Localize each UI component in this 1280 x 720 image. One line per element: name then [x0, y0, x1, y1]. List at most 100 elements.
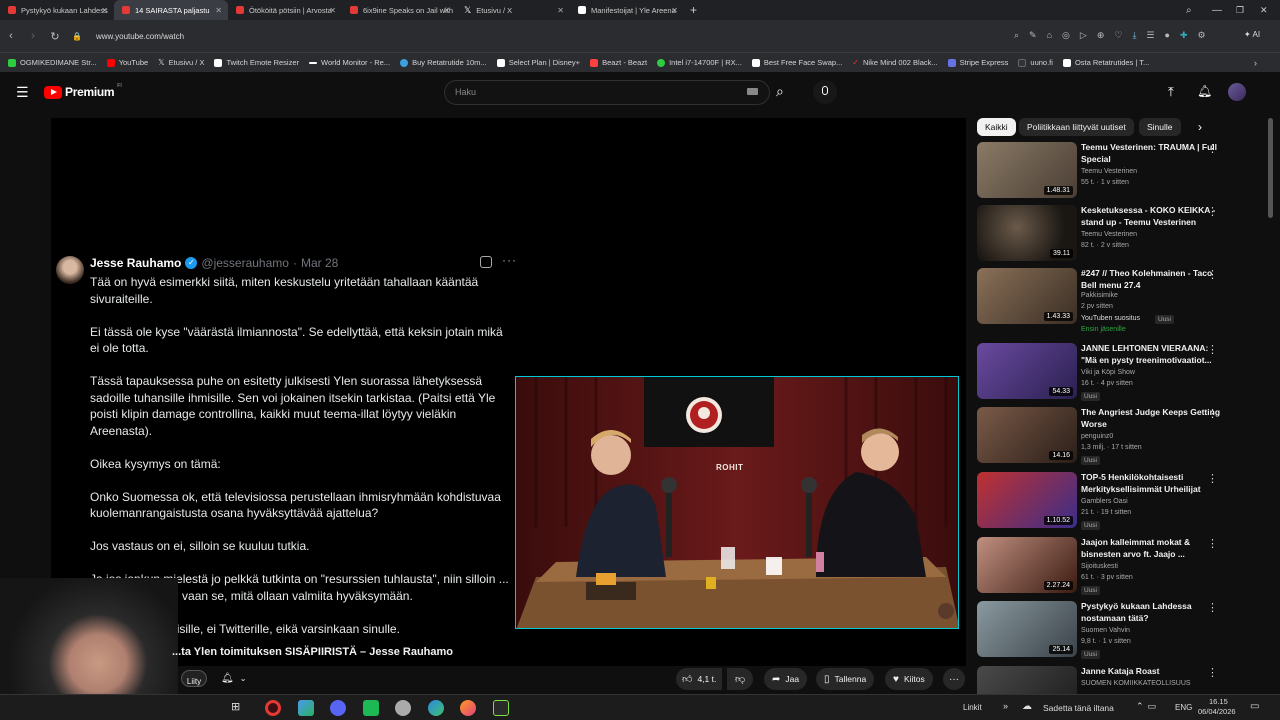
close-tab-icon[interactable]: ✕ — [329, 6, 336, 15]
video-thumbnail[interactable]: 14.16 — [977, 407, 1077, 463]
tweet-date[interactable]: Mar 28 — [301, 256, 338, 270]
channel-name[interactable]: SUOMEN KOMIIKKATEOLLISUUS — [1081, 680, 1191, 687]
chips-next-arrow-icon[interactable]: › — [1198, 120, 1202, 134]
taskbar-links-label[interactable]: Linkit — [963, 703, 982, 712]
search-button[interactable]: ⌕ — [770, 80, 800, 105]
tweet-handle[interactable]: @jesserauhamo — [201, 256, 289, 270]
edit-icon[interactable]: ✎ — [1029, 30, 1037, 41]
url-field[interactable]: www.youtube.com/watch — [96, 32, 184, 41]
bookmark-item[interactable]: World Monitor - Re... — [309, 58, 390, 67]
browser-tab[interactable]: Ötököitä pötsiin | Arvosta ✕ — [228, 0, 342, 20]
recommendation-title[interactable]: Janne Kataja Roast — [1081, 666, 1221, 678]
video-thumbnail[interactable]: 1.48.31 — [977, 142, 1077, 198]
bookmark-item[interactable]: Buy Retatrutide 10m... — [400, 58, 487, 67]
ai-button[interactable]: ✦ AI — [1244, 30, 1260, 39]
bookmark-item[interactable]: Intel i7-14700F | RX... — [657, 58, 742, 67]
bookmark-item[interactable]: Twitch Emote Resizer — [214, 58, 299, 67]
app-icon[interactable] — [298, 700, 314, 716]
download-icon[interactable]: ⤓ — [1132, 30, 1136, 41]
video-thumbnail[interactable]: 2.27.24 — [977, 537, 1077, 593]
keyboard-icon[interactable] — [747, 88, 758, 95]
chip-for-you[interactable]: Sinulle — [1139, 118, 1181, 136]
bookmark-item[interactable]: Beazt - Beazt — [590, 58, 647, 67]
recommendation-item[interactable]: 14.16 The Angriest Judge Keeps Getting W… — [977, 407, 1257, 469]
like-button[interactable]: 👍︎ 4,1 t. — [676, 668, 723, 690]
recommendation-title[interactable]: #247 // Theo Kolehmainen - Taco Bell men… — [1081, 268, 1221, 291]
chip-politics-news[interactable]: Poliitikkaan liittyvät uutiset — [1019, 118, 1134, 136]
recommendation-title[interactable]: Teemu Vesterinen: TRAUMA | Full Special — [1081, 142, 1221, 165]
recommendation-item[interactable]: 2.27.24 Jaajon kalleimmat mokat & bisnes… — [977, 537, 1257, 599]
recommendation-title[interactable]: JANNE LEHTONEN VIERAANA: "Mä en pysty tr… — [1081, 343, 1221, 366]
menu-icon[interactable]: ☰ — [1146, 30, 1154, 41]
chevron-up-icon[interactable]: » — [1003, 701, 1008, 711]
forward-arrow-icon[interactable]: › — [22, 30, 44, 42]
settings-app-icon[interactable] — [395, 700, 411, 716]
recommendation-title[interactable]: Pystykyö kukaan Lahdessa nostamaan tätä? — [1081, 601, 1221, 624]
notifications-icon[interactable]: ▭ — [1250, 701, 1259, 712]
bookmark-item[interactable]: ✓ Nike Mind 002 Black... — [852, 58, 937, 67]
recommendation-item[interactable]: 25.14 Pystykyö kukaan Lahdessa nostamaan… — [977, 601, 1257, 663]
discord-icon[interactable] — [330, 700, 346, 716]
more-vertical-icon[interactable]: ⋮ — [1207, 343, 1218, 356]
channel-name[interactable]: Viki ja Köpi Show — [1081, 369, 1135, 376]
bookmark-item[interactable]: uuno.fi — [1018, 58, 1053, 67]
weather-text[interactable]: Sadetta tänä iltana — [1043, 703, 1114, 713]
bookmark-item[interactable]: YouTube — [106, 58, 148, 67]
browser-tab[interactable]: Manifestoijat | Yle Areena ✕ — [570, 0, 684, 20]
recommendation-item[interactable]: Janne Kataja Roast SUOMEN KOMIIKKATEOLLI… — [977, 666, 1257, 694]
more-actions-button[interactable]: ··· — [943, 668, 965, 690]
video-thumbnail[interactable]: 1.10.52 — [977, 472, 1077, 528]
edge-browser-icon[interactable] — [428, 700, 444, 716]
tweet-author-name[interactable]: Jesse Rauhamo — [90, 256, 181, 270]
avatar[interactable] — [1228, 83, 1246, 101]
more-vertical-icon[interactable]: ⋮ — [1207, 268, 1218, 281]
home-icon[interactable]: ⌂ — [1047, 30, 1052, 41]
video-thumbnail[interactable]: 54.33 — [977, 343, 1077, 399]
new-tab-plus-icon[interactable]: + — [690, 3, 697, 17]
recommendation-title[interactable]: Kesketuksessa - KOKO KEIKKA - stand up -… — [1081, 205, 1221, 228]
clock-time[interactable]: 16.15 — [1209, 697, 1228, 706]
task-view-icon[interactable]: ⊞ — [231, 700, 247, 716]
firefox-icon[interactable] — [460, 700, 476, 716]
more-vertical-icon[interactable]: ⋮ — [1207, 666, 1218, 679]
browser-tab[interactable]: 𝕏 Etusivu / X ✕ — [456, 0, 570, 20]
search-input[interactable]: Haku — [444, 80, 770, 105]
language-indicator[interactable]: ENG — [1175, 703, 1192, 712]
recommendation-item[interactable]: 1.10.52 TOP-5 Henkilökohtaisesti Merkity… — [977, 472, 1257, 534]
channel-name[interactable]: penguinz0 — [1081, 433, 1113, 440]
back-arrow-icon[interactable]: ‹ — [0, 30, 22, 42]
bookmark-item[interactable]: 𝕏 Etusivu / X — [158, 58, 204, 67]
video-frame[interactable]: ROHIT — [515, 376, 959, 629]
video-thumbnail[interactable] — [977, 666, 1077, 694]
close-tab-icon[interactable]: ✕ — [557, 6, 564, 15]
favorite-icon[interactable]: ♡ — [1114, 30, 1122, 41]
zoom-icon[interactable]: ⌕ — [1014, 30, 1019, 41]
channel-name[interactable]: Teemu Vesterinen — [1081, 231, 1137, 238]
more-vertical-icon[interactable]: ⋮ — [1207, 601, 1218, 614]
extensions-icon[interactable]: ✚ — [1180, 30, 1188, 41]
channel-name[interactable]: Gamblers Oasi — [1081, 498, 1128, 505]
page-scrollbar[interactable] — [1268, 118, 1273, 218]
profile-icon[interactable]: ● — [1165, 30, 1170, 41]
more-vertical-icon[interactable]: ⋮ — [1207, 142, 1218, 155]
channel-name[interactable]: Sijoituskesti — [1081, 563, 1118, 570]
bookmark-item[interactable]: Best Free Face Swap... — [751, 58, 842, 67]
close-tab-icon[interactable]: ✕ — [101, 6, 108, 15]
save-button[interactable]: ▯ Tallenna — [816, 668, 875, 690]
translate-icon[interactable]: ⊕ — [1097, 30, 1105, 41]
hamburger-menu-icon[interactable]: ☰ — [16, 84, 29, 101]
browser-tab[interactable]: Pystykyö kukaan Lahdess ✕ — [0, 0, 114, 20]
recommendation-item[interactable]: 1.43.33 #247 // Theo Kolehmainen - Taco … — [977, 268, 1257, 336]
close-tab-icon[interactable]: ✕ — [215, 6, 222, 15]
close-tab-icon[interactable]: ✕ — [443, 6, 450, 15]
spotify-icon[interactable] — [363, 700, 379, 716]
recommendation-title[interactable]: TOP-5 Henkilökohtaisesti Merkityksellisi… — [1081, 472, 1221, 495]
channel-name[interactable]: Pakkisimike — [1081, 292, 1118, 299]
share-button[interactable]: ➦ Jaa — [764, 668, 808, 690]
bookmark-item[interactable]: Select Plan | Disney+ — [496, 58, 580, 67]
more-vertical-icon[interactable]: ⋮ — [1207, 407, 1218, 420]
browser-tab-active[interactable]: 14 SAIRASTA paljastu ✕ — [114, 0, 228, 20]
opera-browser-icon[interactable] — [265, 700, 281, 716]
video-thumbnail[interactable]: 1.43.33 — [977, 268, 1077, 324]
subscribe-bell-button[interactable]: 🔔︎ ⌄ — [213, 670, 253, 687]
